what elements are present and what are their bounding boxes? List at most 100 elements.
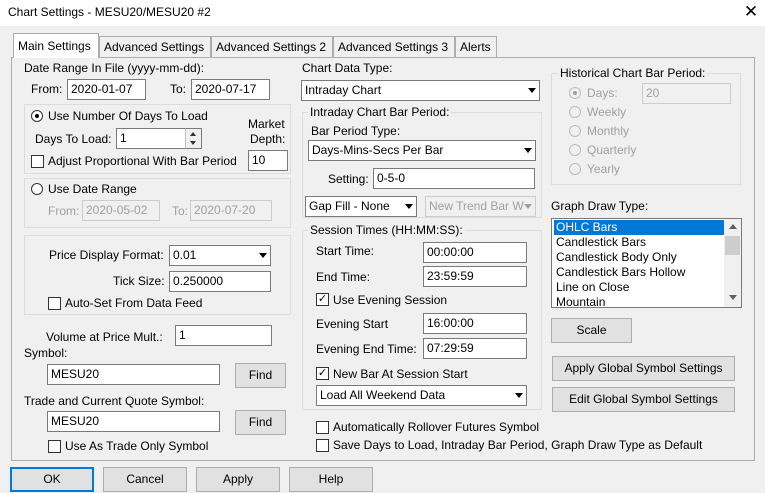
chevron-down-icon <box>524 204 532 209</box>
volume-mult-label: Volume at Price Mult.: <box>46 330 163 344</box>
evening-end-field[interactable]: 07:29:59 <box>423 338 527 359</box>
use-days-radio[interactable] <box>31 110 43 122</box>
file-to-field[interactable]: 2020-07-17 <box>191 79 270 100</box>
days-to-load-stepper[interactable] <box>185 128 202 149</box>
trade-only-checkbox[interactable] <box>48 440 61 453</box>
file-from-field[interactable]: 2020-01-07 <box>67 79 146 100</box>
use-days-label: Use Number Of Days To Load <box>48 109 208 123</box>
market-depth-label-1: Market <box>248 117 285 131</box>
historical-weekly-radio[interactable] <box>569 106 581 118</box>
tick-size-label: Tick Size: <box>113 274 165 288</box>
range-to-field[interactable]: 2020-07-20 <box>190 200 272 221</box>
new-bar-session-checkbox[interactable]: ✓ <box>316 367 329 380</box>
auto-set-checkbox[interactable] <box>48 297 61 310</box>
auto-set-label: Auto-Set From Data Feed <box>65 296 203 310</box>
scroll-thumb[interactable] <box>725 236 740 255</box>
bar-period-type-label: Bar Period Type: <box>311 124 401 138</box>
historical-weekly-label: Weekly <box>587 105 627 119</box>
list-item[interactable]: Mountain <box>554 295 724 307</box>
historical-monthly-radio[interactable] <box>569 125 581 137</box>
scroll-down-icon[interactable] <box>729 295 737 300</box>
list-item[interactable]: Candlestick Body Only <box>554 250 724 265</box>
gap-fill-select[interactable]: Gap Fill - None <box>305 196 417 217</box>
save-default-label: Save Days to Load, Intraday Bar Period, … <box>333 438 703 452</box>
tab-advanced-settings[interactable]: Advanced Settings <box>99 36 211 57</box>
historical-group-title: Historical Chart Bar Period: <box>558 66 708 80</box>
price-format-label: Price Display Format: <box>49 248 164 262</box>
scale-button[interactable]: Scale <box>551 318 632 343</box>
graph-draw-type-list[interactable]: OHLC Bars Candlestick Bars Candlestick B… <box>551 218 742 308</box>
close-icon[interactable]: ✕ <box>740 2 762 22</box>
rollover-checkbox[interactable] <box>316 421 329 434</box>
evening-start-field[interactable]: 16:00:00 <box>423 313 527 334</box>
list-item[interactable]: Candlestick Bars Hollow <box>554 265 724 280</box>
historical-days-field[interactable]: 20 <box>642 83 731 104</box>
chart-data-type-select[interactable]: Intraday Chart <box>301 80 540 101</box>
days-to-load-label: Days To Load: <box>35 132 112 146</box>
historical-yearly-radio[interactable] <box>569 163 581 175</box>
trade-symbol-find-button[interactable]: Find <box>235 410 286 435</box>
list-scrollbar[interactable] <box>724 219 741 307</box>
range-to-label: To: <box>172 204 189 218</box>
symbol-field[interactable]: MESU20 <box>47 364 220 385</box>
session-group-title: Session Times (HH:MM:SS): <box>308 223 465 237</box>
chevron-down-icon <box>405 204 413 209</box>
symbol-find-button[interactable]: Find <box>235 363 286 388</box>
end-time-field[interactable]: 23:59:59 <box>423 266 527 287</box>
adjust-proportional-label: Adjust Proportional With Bar Period <box>48 154 237 168</box>
trade-symbol-label: Trade and Current Quote Symbol: <box>24 394 205 408</box>
historical-monthly-label: Monthly <box>587 124 630 138</box>
chevron-down-icon <box>524 148 532 153</box>
price-format-value: 0.01 <box>173 248 197 262</box>
weekend-data-select[interactable]: Load All Weekend Data <box>316 385 527 406</box>
start-time-field[interactable]: 00:00:00 <box>423 242 527 263</box>
new-trend-bar-select[interactable]: New Trend Bar W <box>425 196 536 217</box>
chevron-down-icon <box>259 253 267 258</box>
file-to-label: To: <box>170 82 187 96</box>
tick-size-field[interactable]: 0.250000 <box>169 271 271 292</box>
tab-advanced-settings-2[interactable]: Advanced Settings 2 <box>211 36 333 57</box>
chart-data-type-value: Intraday Chart <box>305 83 382 97</box>
date-range-file-label: Date Range In File (yyyy-mm-dd): <box>24 61 205 75</box>
scroll-up-icon[interactable] <box>729 224 737 229</box>
tab-advanced-settings-3[interactable]: Advanced Settings 3 <box>333 36 455 57</box>
use-date-range-radio[interactable] <box>31 183 43 195</box>
window-title: Chart Settings - MESU20/MESU20 #2 <box>8 5 211 19</box>
chevron-down-icon <box>528 88 536 93</box>
apply-button[interactable]: Apply <box>196 467 280 492</box>
list-item[interactable]: Line on Close <box>554 280 724 295</box>
trade-symbol-field[interactable]: MESU20 <box>47 411 220 432</box>
tab-main-settings[interactable]: Main Settings <box>13 33 99 58</box>
market-depth-field[interactable]: 10 <box>248 150 288 171</box>
setting-field[interactable]: 0-5-0 <box>373 168 535 189</box>
historical-days-radio[interactable] <box>569 87 581 99</box>
price-format-select[interactable]: 0.01 <box>169 245 271 266</box>
volume-mult-field[interactable]: 1 <box>175 325 272 346</box>
cancel-button[interactable]: Cancel <box>103 467 187 492</box>
range-from-field[interactable]: 2020-05-02 <box>82 200 160 221</box>
evening-session-checkbox[interactable]: ✓ <box>316 293 329 306</box>
gap-fill-value: Gap Fill - None <box>309 199 390 213</box>
intraday-group-title: Intraday Chart Bar Period: <box>308 105 452 119</box>
historical-quarterly-label: Quarterly <box>587 143 637 157</box>
historical-quarterly-radio[interactable] <box>569 144 581 156</box>
adjust-proportional-checkbox[interactable] <box>31 155 44 168</box>
help-button[interactable]: Help <box>289 467 373 492</box>
market-depth-label-2: Depth: <box>250 132 286 146</box>
edit-global-symbol-button[interactable]: Edit Global Symbol Settings <box>552 387 735 412</box>
end-time-label: End Time: <box>316 270 371 284</box>
list-item[interactable]: OHLC Bars <box>554 220 724 235</box>
apply-global-symbol-button[interactable]: Apply Global Symbol Settings <box>552 356 735 381</box>
save-default-checkbox[interactable] <box>316 439 329 452</box>
days-to-load-field[interactable]: 1 <box>116 128 186 149</box>
bar-period-type-select[interactable]: Days-Mins-Secs Per Bar <box>308 140 536 161</box>
setting-label: Setting: <box>328 172 369 186</box>
use-date-range-label: Use Date Range <box>48 182 137 196</box>
new-bar-session-label: New Bar At Session Start <box>333 367 468 381</box>
tab-alerts[interactable]: Alerts <box>455 36 497 57</box>
trade-only-label: Use As Trade Only Symbol <box>65 439 209 453</box>
evening-start-label: Evening Start <box>316 317 389 331</box>
bar-period-type-value: Days-Mins-Secs Per Bar <box>312 143 444 157</box>
ok-button[interactable]: OK <box>10 467 94 492</box>
list-item[interactable]: Candlestick Bars <box>554 235 724 250</box>
